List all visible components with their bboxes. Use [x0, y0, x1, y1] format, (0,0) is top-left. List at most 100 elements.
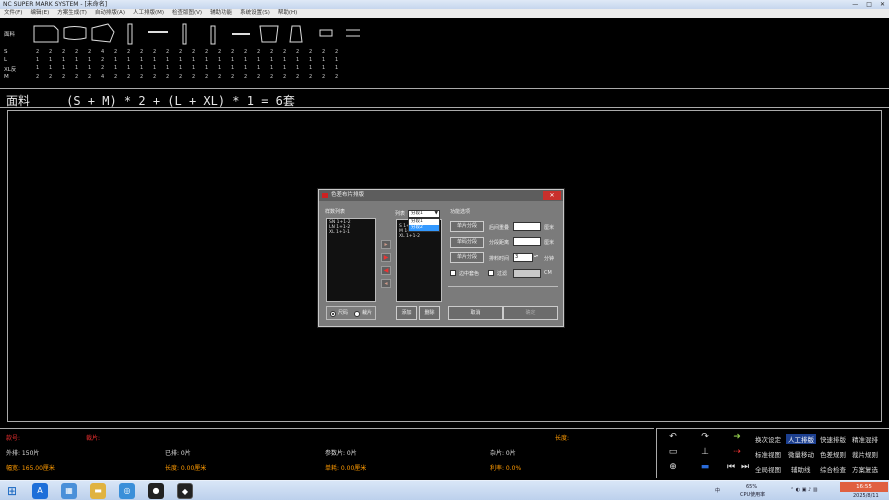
- window-titlebar: NC SUPER MARK SYSTEM - [未命名] — □ ✕: [0, 0, 889, 9]
- qty-cell: 4: [101, 49, 105, 55]
- qty-row: 1 1 1 1 1 2 1 1 1 1 1 1 1 1 1 1 1 1 1 1 1 1 1 1: [36, 57, 348, 63]
- qty-cell: 2: [166, 74, 170, 80]
- qty-cell: 2: [62, 74, 66, 80]
- menu-check[interactable]: 检查版图(V): [168, 9, 206, 18]
- cancel-button[interactable]: 取消: [448, 306, 503, 320]
- time-unit: 分钟: [544, 256, 555, 262]
- marker-app-icon[interactable]: ◆: [177, 483, 193, 499]
- spinner-icon[interactable]: ▴▾: [534, 253, 538, 258]
- arrow-right-icon[interactable]: ➜: [729, 432, 745, 443]
- ime-indicator[interactable]: 中: [715, 487, 720, 494]
- close-icon[interactable]: ✕: [880, 0, 885, 9]
- minimize-icon[interactable]: —: [852, 0, 858, 9]
- table-icon[interactable]: ▭: [665, 447, 681, 458]
- tray-clock[interactable]: 16:55: [840, 482, 888, 492]
- marker-length: 长度: 0.00厘米: [165, 465, 207, 472]
- maximize-icon[interactable]: □: [866, 0, 872, 9]
- center-checkbox[interactable]: [450, 270, 456, 276]
- next-icon[interactable]: ⏭: [737, 462, 753, 473]
- move-right-button[interactable]: ▶: [381, 253, 391, 262]
- tool-overall-check[interactable]: 综合检查: [820, 464, 846, 474]
- move-left-button[interactable]: ◀: [381, 266, 391, 275]
- filter-checkbox[interactable]: [488, 270, 494, 276]
- qty-cell: 1: [75, 65, 79, 71]
- menu-help[interactable]: 帮助(H): [274, 9, 301, 18]
- segment-select[interactable]: 分段1 ▼: [408, 210, 440, 218]
- qty-cell: 1: [309, 57, 313, 63]
- qty-cell: 1: [218, 57, 222, 63]
- qty-cell: 2: [140, 74, 144, 80]
- pattern-piece-shapes[interactable]: [30, 22, 370, 46]
- qty-cell: 2: [179, 74, 183, 80]
- tool-manual-layout[interactable]: 人工排版: [786, 434, 816, 444]
- time-input[interactable]: 3: [513, 253, 533, 262]
- browser-icon[interactable]: ◎: [119, 483, 135, 499]
- outside-count: 外排: 150片: [6, 450, 40, 457]
- qty-cell: 1: [296, 65, 300, 71]
- qty-cell: 2: [49, 74, 53, 80]
- qty-cell: 1: [283, 57, 287, 63]
- redo-icon[interactable]: ↷: [697, 432, 713, 443]
- full-view-icon[interactable]: ▬: [697, 462, 713, 473]
- filter-input[interactable]: [513, 269, 541, 278]
- single-piece-button[interactable]: 单片分段: [450, 221, 484, 232]
- zoom-icon[interactable]: ⊕: [665, 462, 681, 473]
- move-left-all-button[interactable]: ◂: [381, 279, 391, 288]
- dialog-close-button[interactable]: ✕: [543, 191, 561, 200]
- qty-cell: 4: [101, 74, 105, 80]
- tool-standard-view[interactable]: 标准视图: [755, 449, 781, 459]
- qty-cell: 2: [283, 49, 287, 55]
- align-icon[interactable]: ⊥: [697, 447, 713, 458]
- sizes-radio[interactable]: [330, 311, 336, 317]
- menu-plan[interactable]: 方案生成(T): [53, 9, 91, 18]
- single-split-button[interactable]: 单片分段: [450, 252, 484, 263]
- menu-settings[interactable]: 系统设置(S): [236, 9, 274, 18]
- apps-icon[interactable]: ▦: [61, 483, 77, 499]
- qq-icon[interactable]: ●: [148, 483, 164, 499]
- tool-quick-layout[interactable]: 快速排版: [820, 434, 846, 444]
- tool-guide-line[interactable]: 辅助线: [791, 464, 811, 474]
- tool-color-rule[interactable]: 色差规则: [820, 449, 846, 459]
- tool-global-view[interactable]: 全局视图: [755, 464, 781, 474]
- menu-manual-layout[interactable]: 人工排版(M): [129, 9, 168, 18]
- pattern-piece: [289, 25, 303, 43]
- qty-cell: 1: [166, 65, 170, 71]
- qty-cell: 2: [75, 49, 79, 55]
- qty-cell: 2: [75, 74, 79, 80]
- menu-aux[interactable]: 辅助功能: [206, 9, 236, 18]
- start-icon[interactable]: ⊞: [4, 483, 20, 499]
- add-button[interactable]: 添加: [396, 306, 417, 320]
- tray-icons[interactable]: ⌃ ◐ ▣ ♪ ▥: [790, 487, 818, 493]
- tray-date: 2025/8/11: [853, 493, 879, 499]
- overlap-input[interactable]: [513, 222, 541, 231]
- list-item[interactable]: XL 1+1-2: [399, 234, 439, 239]
- pieces-radio[interactable]: [354, 311, 360, 317]
- menu-file[interactable]: 文件(F): [0, 9, 26, 18]
- size-list[interactable]: SN 1+1-2 LN 1+1-2 XL 1+1-1: [326, 218, 376, 302]
- folder-icon[interactable]: ▬: [90, 483, 106, 499]
- list-item[interactable]: XL 1+1-1: [329, 230, 373, 235]
- size-label: L: [4, 57, 8, 63]
- ai-app-icon[interactable]: A: [32, 483, 48, 499]
- segment-dropdown[interactable]: 分段1 分段2: [408, 218, 440, 232]
- move-right-all-button[interactable]: ▸: [381, 240, 391, 249]
- undo-icon[interactable]: ↶: [665, 432, 681, 443]
- tool-plan-check[interactable]: 方案复选: [852, 464, 878, 474]
- list-label: 列表: [395, 211, 406, 217]
- dropdown-option[interactable]: 分段2: [409, 225, 439, 231]
- tool-micro-move[interactable]: 微量移动: [788, 449, 814, 459]
- menu-edit[interactable]: 编辑(E): [26, 9, 53, 18]
- gap-input[interactable]: [513, 237, 541, 246]
- menu-auto-layout[interactable]: 自动排版(A): [91, 9, 129, 18]
- qty-cell: 1: [257, 57, 261, 63]
- pattern-piece: [127, 23, 133, 45]
- tool-precise-mix[interactable]: 精准混排: [852, 434, 878, 444]
- param-count: 参数片: 0片: [325, 450, 357, 457]
- tool-piece-rule[interactable]: 裁片规则: [852, 449, 878, 459]
- move-icon[interactable]: ⇢: [729, 447, 745, 458]
- delete-button[interactable]: 删除: [419, 306, 440, 320]
- ok-button[interactable]: 确定: [503, 306, 558, 320]
- tool-set-order[interactable]: 换次设定: [755, 434, 781, 444]
- dialog-titlebar[interactable]: 色差布片排版 ✕: [319, 190, 563, 201]
- single-code-button[interactable]: 单码分段: [450, 237, 484, 248]
